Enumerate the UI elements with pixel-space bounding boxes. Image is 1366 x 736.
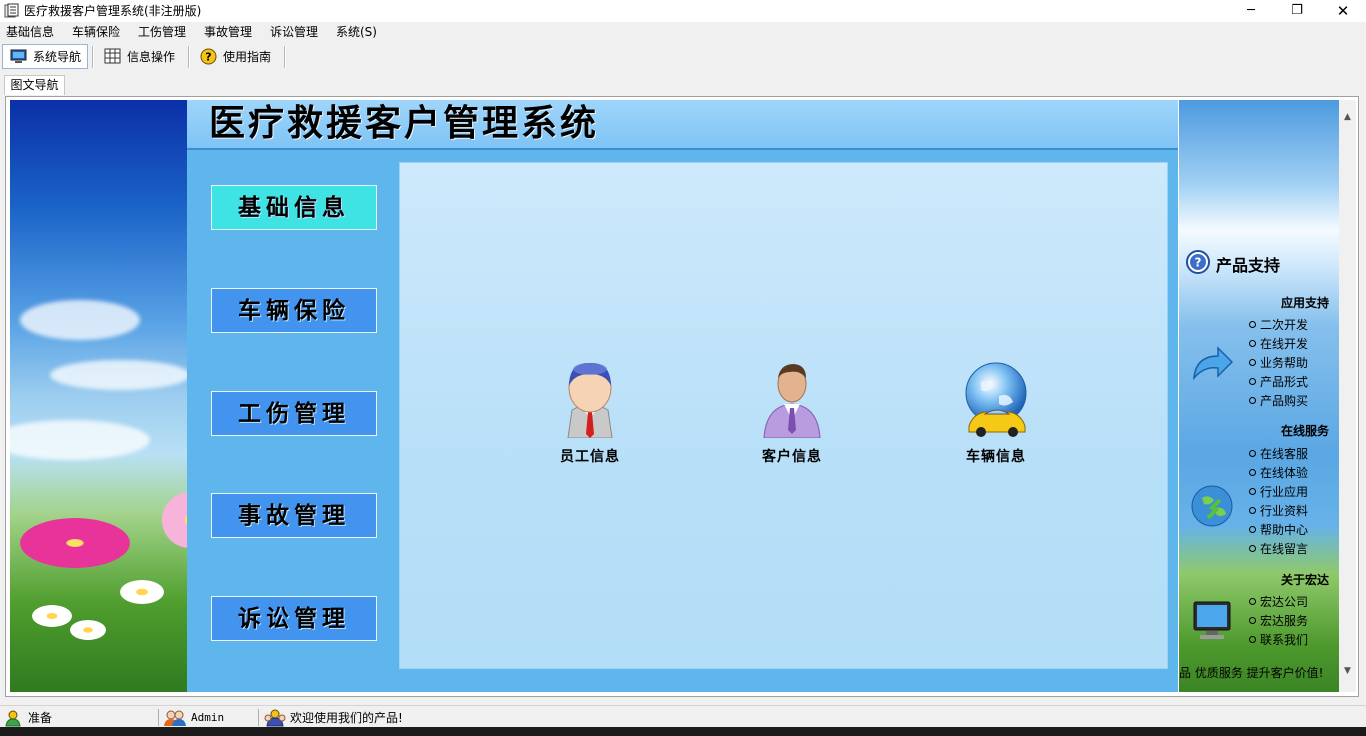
vertical-scrollbar[interactable] xyxy=(1339,100,1356,692)
system-nav-label: 系统导航 xyxy=(33,50,82,64)
link-contact-us[interactable]: 联系我们 xyxy=(1249,633,1308,648)
system-title: 医疗救援客户管理系统 xyxy=(209,102,600,144)
link-online-cs[interactable]: 在线客服 xyxy=(1249,447,1308,462)
status-text: 准备 xyxy=(28,711,53,725)
white-flower-image xyxy=(120,580,164,604)
info-ops-label: 信息操作 xyxy=(127,49,176,64)
arrow-icon xyxy=(1193,346,1234,381)
link-product-purchase[interactable]: 产品购买 xyxy=(1249,394,1308,409)
link-secondary-dev[interactable]: 二次开发 xyxy=(1249,318,1308,333)
cloud xyxy=(50,360,187,390)
menu-bar: 基础信息 车辆保险 工伤管理 事故管理 诉讼管理 系统(S) xyxy=(0,22,1366,42)
menu-lawsuit[interactable]: 诉讼管理 xyxy=(270,25,318,40)
link-industry-data[interactable]: 行业资料 xyxy=(1249,504,1308,519)
link-business-help[interactable]: 业务帮助 xyxy=(1249,356,1308,371)
title-bar: 医疗救援客户管理系统(非注册版) ─ ❐ ✕ xyxy=(0,0,1366,22)
svg-text:?: ? xyxy=(1195,256,1202,270)
link-industry-app[interactable]: 行业应用 xyxy=(1249,485,1308,500)
white-flower-image xyxy=(32,605,72,627)
monitor-icon xyxy=(10,49,27,63)
svg-text:?: ? xyxy=(205,50,211,63)
tab-strip: 图文导航 xyxy=(0,74,1366,96)
toolbar: 系统导航 信息操作 ? 使用指南 xyxy=(0,42,1366,70)
nav-work-injury-button[interactable]: 工伤管理 xyxy=(211,391,377,436)
status-message: 欢迎使用我们的产品! xyxy=(290,711,403,725)
menu-basic-info[interactable]: 基础信息 xyxy=(6,25,54,40)
link-help-center[interactable]: 帮助中心 xyxy=(1249,523,1308,538)
link-product-form[interactable]: 产品形式 xyxy=(1249,375,1308,390)
minimize-button[interactable]: ─ xyxy=(1228,0,1274,22)
customer-icon xyxy=(763,364,821,438)
status-pane-user: Admin xyxy=(164,708,224,727)
user-status-icon xyxy=(5,710,21,726)
window-title: 医疗救援客户管理系统(非注册版) xyxy=(24,4,202,18)
sidebar-slogan: 品 优质服务 提升客户价值! xyxy=(1179,666,1324,680)
employee-icon xyxy=(567,362,613,438)
pink-flower-image xyxy=(160,490,187,550)
menu-system[interactable]: 系统(S) xyxy=(336,25,377,40)
module-customer-info[interactable]: 客户信息 xyxy=(737,360,847,466)
module-employee-label: 员工信息 xyxy=(560,449,620,465)
module-employee-info[interactable]: 员工信息 xyxy=(535,360,645,466)
menu-accident[interactable]: 事故管理 xyxy=(204,25,252,40)
cloud xyxy=(10,420,150,460)
module-customer-label: 客户信息 xyxy=(762,449,822,465)
user-guide-label: 使用指南 xyxy=(223,49,272,64)
product-support-title: 产品支持 xyxy=(1216,256,1281,275)
module-vehicle-label: 车辆信息 xyxy=(966,449,1026,465)
user-guide-button[interactable]: ? 使用指南 xyxy=(198,44,271,68)
computer-icon xyxy=(1193,601,1231,639)
question-icon: ? xyxy=(1186,250,1210,274)
link-online-trial[interactable]: 在线体验 xyxy=(1249,466,1308,481)
grid-icon xyxy=(104,48,121,64)
pink-flower-image xyxy=(20,518,130,568)
status-user: Admin xyxy=(191,711,225,724)
status-bar: 准备 Admin 欢迎使用我们的产品! xyxy=(0,705,1366,728)
status-separator xyxy=(158,709,159,726)
section-app-support: 应用支持 xyxy=(1281,296,1330,310)
section-online-service: 在线服务 xyxy=(1281,424,1330,438)
system-nav-button[interactable]: 系统导航 xyxy=(2,44,88,69)
toolbar-separator xyxy=(92,46,94,68)
close-button[interactable]: ✕ xyxy=(1320,0,1366,22)
tab-graphic-nav[interactable]: 图文导航 xyxy=(4,75,65,95)
section-about-hongda: 关于宏达 xyxy=(1281,573,1330,587)
menu-vehicle-insurance[interactable]: 车辆保险 xyxy=(72,25,120,40)
taskbar-edge xyxy=(0,727,1366,736)
nav-vehicle-insurance-button[interactable]: 车辆保险 xyxy=(211,288,377,333)
nav-basic-info-button[interactable]: 基础信息 xyxy=(211,185,377,230)
status-pane-ready: 准备 xyxy=(4,708,52,727)
scroll-up-icon[interactable]: ▲ xyxy=(1339,112,1356,122)
vehicle-globe-icon xyxy=(965,362,1027,437)
maximize-button[interactable]: ❐ xyxy=(1274,0,1320,22)
cloud xyxy=(20,300,140,340)
nav-accident-button[interactable]: 事故管理 xyxy=(211,493,377,538)
info-ops-button[interactable]: 信息操作 xyxy=(102,44,175,68)
status-separator xyxy=(258,709,259,726)
link-online-dev[interactable]: 在线开发 xyxy=(1249,337,1308,352)
toolbar-separator xyxy=(188,46,190,68)
app-icon xyxy=(4,3,19,18)
toolbar-separator xyxy=(284,46,286,68)
link-hongda-service[interactable]: 宏达服务 xyxy=(1249,614,1308,629)
users-icon xyxy=(164,710,186,726)
nav-lawsuit-button[interactable]: 诉讼管理 xyxy=(211,596,377,641)
white-flower-image xyxy=(70,620,106,640)
link-online-message[interactable]: 在线留言 xyxy=(1249,542,1308,557)
menu-work-injury[interactable]: 工伤管理 xyxy=(138,25,186,40)
left-scenery-image xyxy=(10,100,187,692)
help-icon: ? xyxy=(200,48,217,64)
status-pane-message: 欢迎使用我们的产品! xyxy=(264,708,403,727)
refresh-globe-icon xyxy=(1191,485,1233,527)
group-icon xyxy=(264,709,286,726)
scroll-down-icon[interactable]: ▼ xyxy=(1339,666,1356,676)
link-hongda-company[interactable]: 宏达公司 xyxy=(1249,595,1308,610)
module-vehicle-info[interactable]: 车辆信息 xyxy=(941,360,1051,466)
